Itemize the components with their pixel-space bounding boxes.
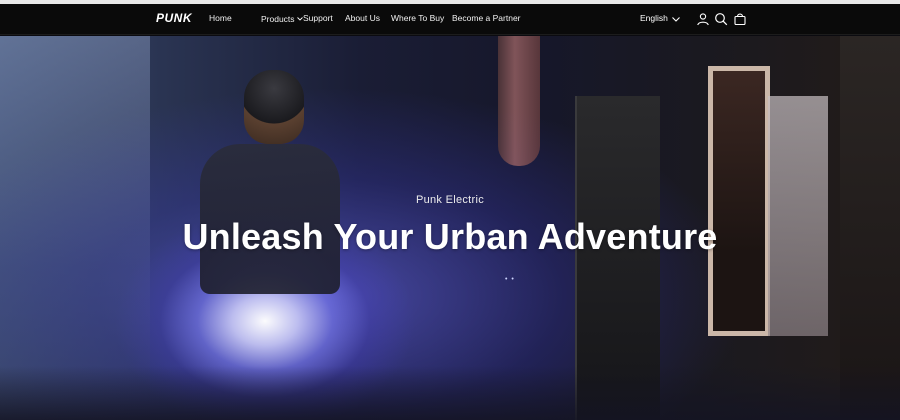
punk-logo[interactable]: PUNK [156, 11, 192, 25]
carousel-indicator[interactable]: • • [505, 276, 515, 283]
hero-rider-head [244, 70, 304, 144]
language-selector[interactable]: English [640, 13, 680, 23]
hero-headline: Unleash Your Urban Adventure [182, 216, 718, 257]
hero-bg-pipe [498, 36, 540, 166]
nav-products-label: Products [261, 14, 295, 24]
nav-products[interactable]: Products [261, 13, 303, 24]
nav-become-a-partner[interactable]: Become a Partner [452, 13, 521, 23]
hero-eyebrow: Punk Electric [415, 194, 485, 206]
chevron-down-icon [296, 13, 303, 23]
hero-banner: Punk Electric Unleash Your Urban Adventu… [0, 36, 900, 420]
nav-where-to-buy[interactable]: Where To Buy [391, 13, 444, 23]
chevron-down-icon [672, 17, 680, 22]
site-header: PUNK Home Products Support About Us Wher… [0, 4, 900, 35]
language-label: English [640, 13, 668, 23]
hero-bg-floor [0, 366, 900, 420]
nav-about-us[interactable]: About Us [345, 13, 380, 23]
cart-icon[interactable] [733, 12, 747, 26]
search-icon[interactable] [714, 12, 728, 26]
nav-support[interactable]: Support [303, 13, 333, 23]
account-icon[interactable] [696, 12, 710, 26]
nav-home[interactable]: Home [209, 13, 232, 23]
